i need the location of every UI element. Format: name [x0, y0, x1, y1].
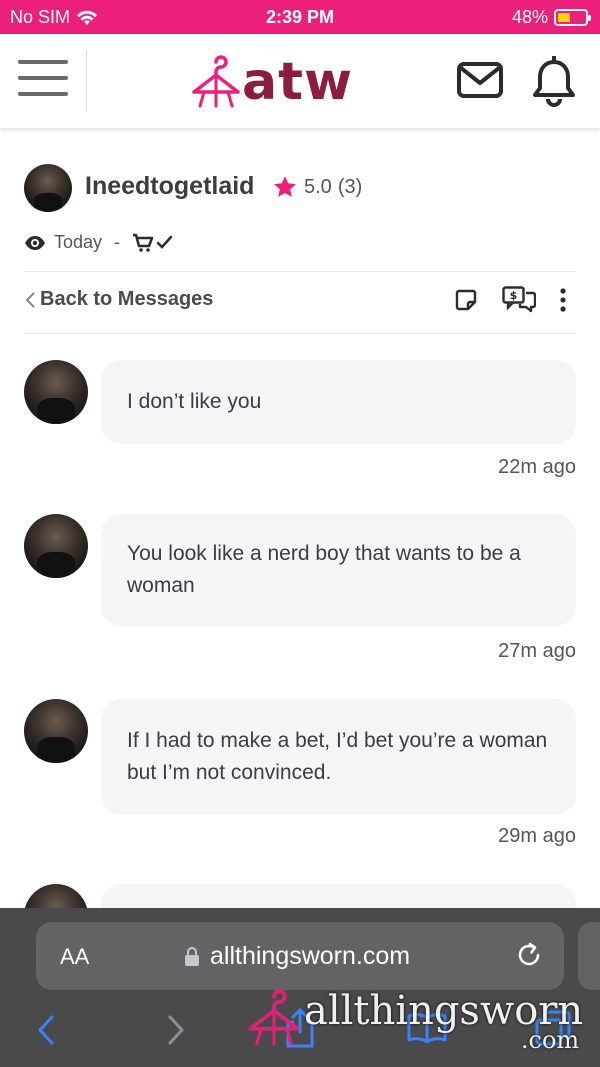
- toolbar-actions: $: [454, 286, 566, 314]
- note-icon[interactable]: [454, 288, 478, 312]
- next-tab-preview[interactable]: [578, 922, 600, 990]
- profile-meta: Today -: [24, 232, 174, 253]
- battery-icon: [554, 9, 591, 26]
- cart-check-icon: [133, 233, 173, 252]
- money-chat-icon[interactable]: $: [502, 286, 536, 314]
- back-icon[interactable]: [36, 1014, 56, 1046]
- hanger-icon: [248, 989, 300, 1046]
- site-header: atw: [0, 34, 600, 128]
- svg-text:$: $: [510, 289, 518, 302]
- site-watermark: allthingsworn .com: [246, 988, 583, 1054]
- rating-value: 5.0: [304, 175, 332, 198]
- message-time: 27m ago: [498, 640, 576, 662]
- reload-icon[interactable]: [514, 940, 544, 970]
- back-label: Back to Messages: [40, 288, 214, 310]
- last-seen: Today: [54, 232, 103, 252]
- logo-text: atw: [242, 52, 353, 112]
- message-item: You look like a nerd boy that wants to b…: [24, 514, 576, 674]
- star-icon: [274, 176, 296, 197]
- lock-icon: [185, 946, 199, 966]
- message-bubble: You look like a nerd boy that wants to b…: [101, 514, 576, 626]
- url-display[interactable]: allthingsworn.com: [184, 942, 410, 971]
- message-item: I don’t like you 22m ago: [24, 360, 576, 490]
- message-bubble: I don’t like you: [101, 360, 576, 444]
- browser-chrome: AA allthingsworn.com allthingsworn .com: [0, 908, 600, 1067]
- battery-percent: 48%: [511, 7, 548, 27]
- bell-icon[interactable]: [532, 56, 576, 108]
- watermark-suffix: .com: [520, 1026, 580, 1054]
- url-text: allthingsworn.com: [210, 942, 411, 970]
- message-time: 29m ago: [498, 825, 576, 847]
- rating-count: (3): [337, 175, 363, 198]
- more-options-icon[interactable]: [560, 288, 566, 312]
- clock: 2:39 PM: [265, 7, 335, 27]
- rating-group: 5.0 (3): [272, 174, 362, 200]
- sender-avatar[interactable]: [24, 699, 88, 763]
- back-to-messages-link[interactable]: Back to Messages: [24, 288, 213, 311]
- header-divider: [86, 50, 87, 112]
- forward-icon[interactable]: [166, 1014, 186, 1046]
- divider-bottom: [24, 333, 576, 334]
- divider-top: [24, 271, 576, 272]
- message-time: 22m ago: [498, 456, 576, 478]
- battery-group: 48%: [511, 7, 591, 28]
- message-item: If I had to make a bet, I’d bet you’re a…: [24, 699, 576, 859]
- sender-avatar[interactable]: [24, 514, 88, 578]
- menu-icon[interactable]: [18, 60, 68, 100]
- chevron-left-icon: [25, 291, 35, 308]
- message-toolbar: Back to Messages $: [24, 280, 576, 320]
- username[interactable]: Ineedtogetlaid: [85, 172, 254, 201]
- hanger-icon: [192, 55, 240, 108]
- sender-avatar[interactable]: [24, 360, 88, 424]
- message-bubble: If I had to make a bet, I’d bet you’re a…: [101, 699, 576, 815]
- mail-icon[interactable]: [456, 60, 504, 100]
- meta-separator: -: [114, 232, 121, 252]
- avatar[interactable]: [24, 164, 72, 212]
- eye-icon: [25, 235, 45, 250]
- status-bar: No SIM 2:39 PM 48%: [0, 0, 600, 34]
- text-size-button[interactable]: AA: [60, 944, 89, 970]
- address-bar[interactable]: AA allthingsworn.com: [36, 922, 564, 990]
- site-logo[interactable]: atw: [190, 52, 353, 112]
